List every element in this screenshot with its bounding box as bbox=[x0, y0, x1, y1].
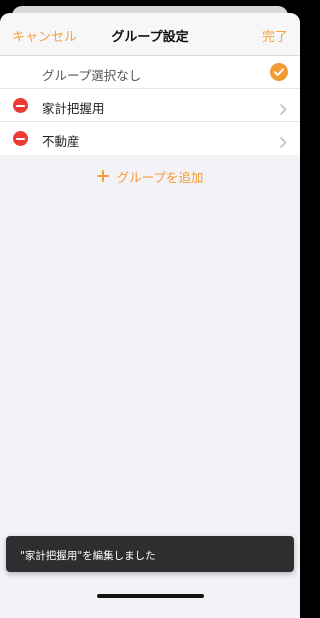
list-item[interactable]: 家計把握用 bbox=[0, 89, 300, 122]
chevron-right-icon bbox=[280, 100, 287, 119]
toast-notification: "家計把握用"を編集しました bbox=[6, 536, 294, 572]
home-indicator[interactable] bbox=[97, 594, 204, 598]
minus-circle-icon[interactable] bbox=[13, 98, 28, 113]
add-group-button[interactable]: グループを追加 bbox=[0, 155, 300, 195]
group-option-none-label: グループ選択なし bbox=[42, 68, 142, 83]
done-button[interactable]: 完了 bbox=[262, 26, 288, 45]
group-item-label: 家計把握用 bbox=[42, 101, 105, 116]
plus-icon bbox=[96, 167, 109, 186]
group-list: グループ選択なし 家計把握用 不動産 bbox=[0, 56, 300, 155]
page-title: グループ設定 bbox=[111, 30, 189, 45]
list-item[interactable]: 不動産 bbox=[0, 122, 300, 155]
group-settings-sheet: キャンセル グループ設定 完了 グループ選択なし 家計把握用 不動産 グループを… bbox=[0, 13, 300, 618]
toast-message: "家計把握用"を編集しました bbox=[20, 550, 156, 562]
minus-circle-icon[interactable] bbox=[13, 131, 28, 146]
navigation-bar: キャンセル グループ設定 完了 bbox=[0, 13, 300, 56]
chevron-right-icon bbox=[280, 133, 287, 152]
group-option-none[interactable]: グループ選択なし bbox=[0, 56, 300, 89]
group-item-label: 不動産 bbox=[42, 134, 80, 149]
add-group-label: グループを追加 bbox=[116, 170, 204, 185]
checkmark-icon bbox=[270, 63, 288, 81]
